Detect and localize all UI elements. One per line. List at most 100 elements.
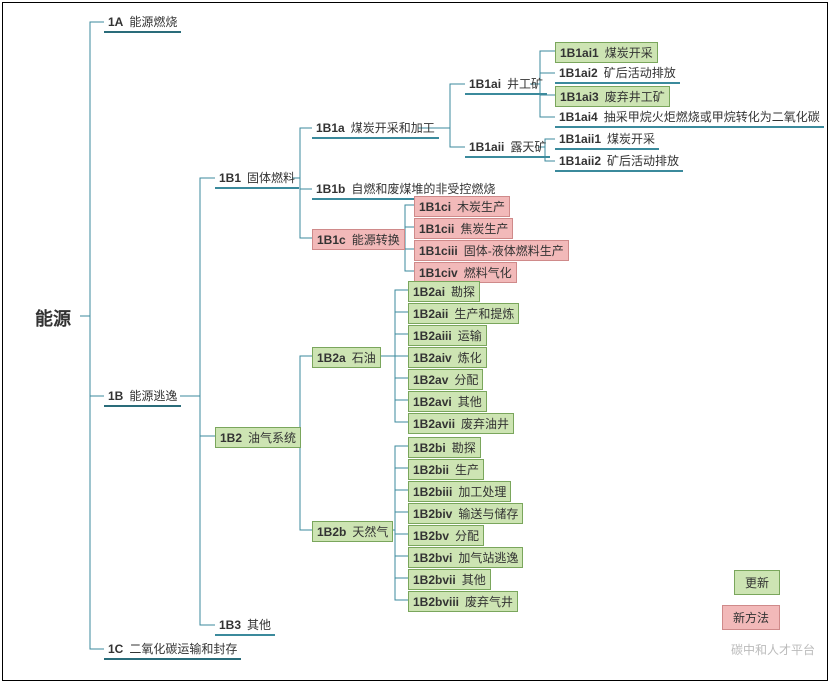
code: 1B2biv bbox=[413, 507, 452, 521]
code: 1B1ai bbox=[469, 77, 501, 91]
label: 废弃油井 bbox=[461, 415, 509, 432]
code: 1B2bi bbox=[413, 441, 446, 455]
node-1B1aii2: 1B1aii2 矿后活动排放 bbox=[555, 151, 683, 172]
label: 抽采甲烷火炬燃烧或甲烷转化为二氧化碳 bbox=[604, 108, 820, 125]
node-1B2bviii: 1B2bviii 废弃气井 bbox=[408, 591, 518, 612]
node-1B1ai1: 1B1ai1 煤炭开采 bbox=[555, 42, 658, 63]
node-1B1ai4: 1B1ai4抽采甲烷火炬燃烧或甲烷转化为二氧化碳 bbox=[555, 107, 824, 128]
label: 煤炭开采和加工 bbox=[351, 119, 435, 136]
node-1B: 1B 能源逃逸 bbox=[104, 386, 181, 407]
node-1B1ai2: 1B1ai2矿后活动排放 bbox=[555, 63, 680, 84]
node-1B2avii: 1B2avii 废弃油井 bbox=[408, 413, 514, 434]
code: 1B1ciii bbox=[419, 244, 458, 258]
code: 1B2avii bbox=[413, 417, 455, 431]
node-1B1: 1B1 固体燃料 bbox=[215, 168, 299, 189]
code: 1B2bviii bbox=[413, 595, 459, 609]
node-1B1ci: 1B1ci木炭生产 bbox=[414, 196, 510, 217]
code: 1B1aii2 bbox=[559, 154, 601, 168]
label: 矿后活动排放 bbox=[607, 152, 679, 169]
node-1B1civ: 1B1civ 燃料气化 bbox=[414, 262, 517, 283]
code: 1B2bv bbox=[413, 529, 449, 543]
code: 1B bbox=[108, 389, 123, 403]
code: 1B1cii bbox=[419, 222, 454, 236]
code: 1B1a bbox=[316, 121, 345, 135]
label: 井工矿 bbox=[507, 75, 543, 92]
label: 自燃和废煤堆的非受控燃烧 bbox=[351, 180, 495, 197]
root-label: 能源 bbox=[35, 309, 71, 329]
label: 能源燃烧 bbox=[129, 13, 177, 30]
node-1B1a: 1B1a 煤炭开采和加工 bbox=[312, 118, 439, 139]
code: 1B3 bbox=[219, 618, 241, 632]
code: 1B1 bbox=[219, 171, 241, 185]
code: 1B1ai3 bbox=[560, 90, 599, 104]
node-1B1aii1: 1B1aii1煤炭开采 bbox=[555, 129, 659, 150]
label: 生产 bbox=[455, 461, 479, 478]
node-1B1aii: 1B1aii 露天矿 bbox=[465, 137, 550, 158]
node-1B2bi: 1B2bi 勘探 bbox=[408, 437, 481, 458]
label: 能源逃逸 bbox=[129, 387, 177, 404]
label: 勘探 bbox=[451, 283, 475, 300]
label: 能源转换 bbox=[352, 231, 400, 248]
code: 1B2aiv bbox=[413, 351, 452, 365]
label: 燃料气化 bbox=[464, 264, 512, 281]
watermark-text: 碳中和人才平台 bbox=[731, 643, 815, 657]
label: 其他 bbox=[462, 571, 486, 588]
label: 固体燃料 bbox=[247, 169, 295, 186]
node-1B1ciii: 1B1ciii 固体-液体燃料生产 bbox=[414, 240, 569, 261]
node-1B2b: 1B2b天然气 bbox=[312, 521, 393, 542]
node-1B2avi: 1B2avi 其他 bbox=[408, 391, 487, 412]
label: 废弃气井 bbox=[465, 593, 513, 610]
label: 炼化 bbox=[458, 349, 482, 366]
node-1B2bii: 1B2bii 生产 bbox=[408, 459, 484, 480]
legend-update: 更新 bbox=[734, 570, 780, 595]
code: 1B2avi bbox=[413, 395, 452, 409]
label: 二氧化碳运输和封存 bbox=[129, 640, 237, 657]
label: 煤炭开采 bbox=[605, 44, 653, 61]
code: 1B1c bbox=[317, 233, 346, 247]
label: 废弃井工矿 bbox=[605, 88, 665, 105]
label: 输送与储存 bbox=[458, 505, 518, 522]
code: 1B2a bbox=[317, 351, 346, 365]
node-1B1cii: 1B1cii 焦炭生产 bbox=[414, 218, 513, 239]
code: 1B2bii bbox=[413, 463, 449, 477]
label: 勘探 bbox=[452, 439, 476, 456]
label: 煤炭开采 bbox=[607, 130, 655, 147]
code: 1C bbox=[108, 642, 123, 656]
code: 1B1civ bbox=[419, 266, 458, 280]
node-1B2aiv: 1B2aiv 炼化 bbox=[408, 347, 487, 368]
node-1B3: 1B3 其他 bbox=[215, 615, 275, 636]
code: 1B2bvi bbox=[413, 551, 452, 565]
code: 1B2biii bbox=[413, 485, 452, 499]
watermark: 碳中和人才平台 bbox=[731, 641, 815, 658]
node-1B2av: 1B2av 分配 bbox=[408, 369, 483, 390]
label: 固体-液体燃料生产 bbox=[464, 242, 564, 259]
code: 1B2ai bbox=[413, 285, 445, 299]
label: 分配 bbox=[454, 371, 478, 388]
label: 矿后活动排放 bbox=[604, 64, 676, 81]
node-1B1ai3: 1B1ai3 废弃井工矿 bbox=[555, 86, 670, 107]
label: 木炭生产 bbox=[457, 198, 505, 215]
node-1B1ai: 1B1ai 井工矿 bbox=[465, 74, 547, 95]
label: 加工处理 bbox=[458, 483, 506, 500]
label: 运输 bbox=[458, 327, 482, 344]
code: 1B1aii bbox=[469, 140, 504, 154]
node-1A: 1A能源燃烧 bbox=[104, 12, 181, 33]
node-1C: 1C 二氧化碳运输和封存 bbox=[104, 639, 241, 660]
code: 1B2av bbox=[413, 373, 448, 387]
node-1B2bvii: 1B2bvii其他 bbox=[408, 569, 491, 590]
label: 其他 bbox=[458, 393, 482, 410]
node-1B2bv: 1B2bv分配 bbox=[408, 525, 484, 546]
node-1B2aiii: 1B2aiii运输 bbox=[408, 325, 487, 346]
node-1B2ai: 1B2ai 勘探 bbox=[408, 281, 480, 302]
node-1B2a: 1B2a石油 bbox=[312, 347, 381, 368]
label: 其他 bbox=[247, 616, 271, 633]
node-1B1c: 1B1c 能源转换 bbox=[312, 229, 405, 250]
legend-new: 新方法 bbox=[722, 605, 780, 630]
label: 焦炭生产 bbox=[460, 220, 508, 237]
label: 天然气 bbox=[352, 523, 388, 540]
code: 1B1ai1 bbox=[560, 46, 599, 60]
root-node: 能源 bbox=[35, 305, 71, 331]
label: 露天矿 bbox=[510, 138, 546, 155]
code: 1B1b bbox=[316, 182, 345, 196]
node-1B2bvi: 1B2bvi加气站逃逸 bbox=[408, 547, 523, 568]
